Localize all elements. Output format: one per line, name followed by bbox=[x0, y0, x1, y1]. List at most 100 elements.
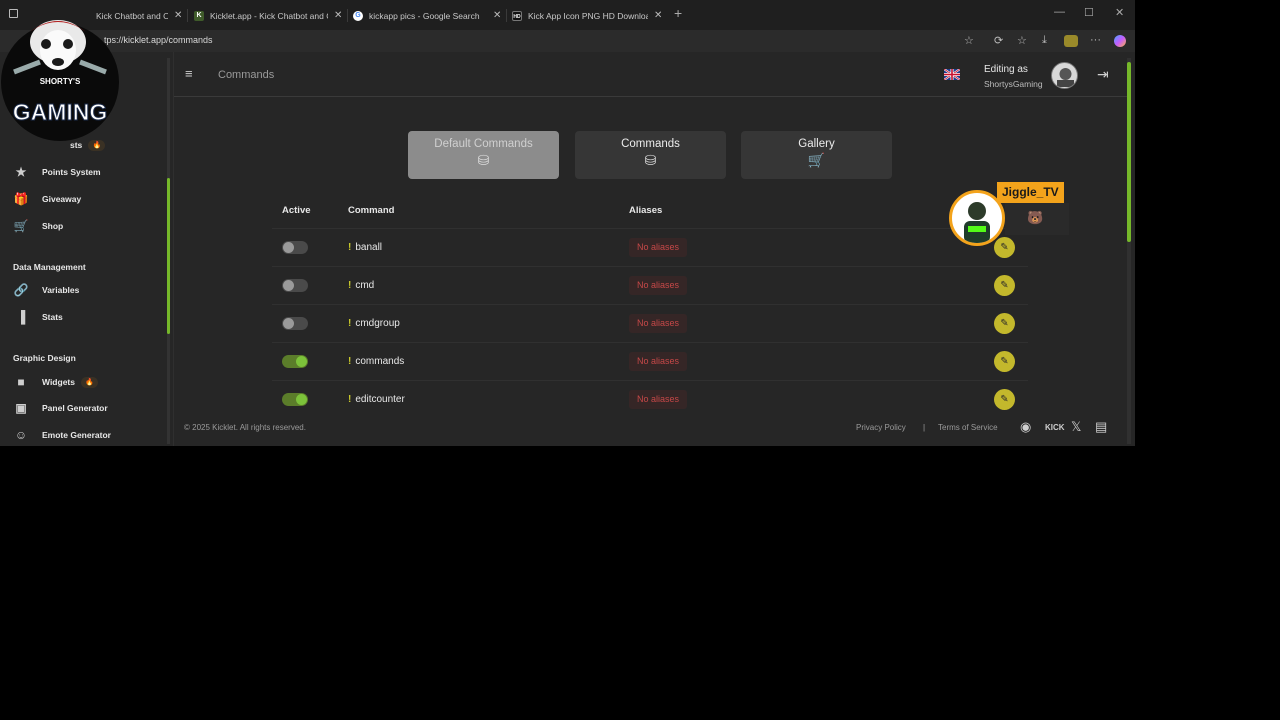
hd-favicon-icon: HD bbox=[512, 10, 522, 21]
favorites-icon[interactable]: ☆ bbox=[1017, 34, 1027, 47]
table-row: ! banall No aliases ✎ bbox=[272, 228, 1028, 265]
streamer-name-badge: Jiggle_TV bbox=[997, 182, 1064, 203]
tab-label: Default Commands bbox=[434, 138, 533, 150]
column-header-command: Command bbox=[348, 205, 395, 216]
image-panel-icon: ▣ bbox=[15, 401, 27, 415]
sidebar-item-panel-generator[interactable]: ▣ Panel Generator bbox=[13, 400, 107, 416]
link-icon: 🔗 bbox=[13, 283, 29, 297]
more-menu-icon[interactable]: ··· bbox=[1090, 34, 1101, 46]
privacy-policy-link[interactable]: Privacy Policy bbox=[856, 423, 906, 432]
sidebar-item-label: Shop bbox=[42, 221, 64, 231]
emote-icon: 🐻 bbox=[1027, 210, 1044, 225]
new-tab-icon[interactable]: + bbox=[674, 5, 682, 21]
streamer-overlay-panel: 🐻 bbox=[1005, 203, 1069, 235]
sidebar-item-label: Widgets bbox=[42, 377, 75, 387]
tab-default-commands[interactable]: Default Commands ⛁ bbox=[408, 131, 559, 179]
sidebar-item-variables[interactable]: 🔗 Variables bbox=[13, 282, 80, 298]
sidebar-item-widgets[interactable]: ■ Widgets 🔥 bbox=[13, 374, 98, 390]
minimize-icon[interactable]: — bbox=[1054, 6, 1065, 18]
sidebar-item-stats[interactable]: ▐ Stats bbox=[13, 309, 63, 325]
close-icon[interactable]: ✕ bbox=[334, 10, 342, 21]
uk-flag-icon[interactable] bbox=[944, 69, 960, 80]
tab-title: kickapp pics - Google Search bbox=[369, 10, 480, 21]
google-favicon-icon: G bbox=[353, 10, 363, 21]
sidebar-scrollbar-thumb[interactable] bbox=[167, 178, 170, 334]
sidebar-item-emote-generator[interactable]: ☺ Emote Generator bbox=[13, 427, 111, 443]
aliases-badge: No aliases bbox=[629, 352, 688, 371]
sidebar-item-giveaway[interactable]: 🎁 Giveaway bbox=[13, 191, 82, 207]
sidebar-item-label: Giveaway bbox=[42, 194, 82, 204]
column-header-aliases: Aliases bbox=[629, 205, 663, 216]
edit-pencil-icon[interactable]: ✎ bbox=[994, 313, 1015, 334]
logo-small-text: SHORTY'S bbox=[40, 77, 81, 86]
editing-as-label: Editing as bbox=[984, 64, 1028, 75]
tab-title: Kick App Icon PNG HD Download bbox=[528, 10, 648, 21]
command-name: ! editcounter bbox=[348, 394, 405, 405]
main-scrollbar-thumb[interactable] bbox=[1127, 62, 1131, 242]
tab-gallery[interactable]: Gallery 🛒 bbox=[741, 131, 892, 179]
terms-of-service-link[interactable]: Terms of Service bbox=[938, 423, 998, 432]
browser-tab-2[interactable]: K Kicklet.app - Kick Chatbot and Ov ✕ bbox=[194, 5, 342, 26]
tab-commands[interactable]: Commands ⛁ bbox=[575, 131, 726, 179]
shortys-gaming-logo: SHORTY'S GAMING bbox=[1, 20, 119, 141]
sidebar-item-points-system[interactable]: ★ Points System bbox=[13, 164, 101, 180]
tab-strip: Kick Chatbot and Ov ✕ K Kicklet.app - Ki… bbox=[0, 0, 1135, 30]
menu-toggle-icon[interactable]: ≡ bbox=[185, 66, 193, 81]
aliases-badge: No aliases bbox=[629, 238, 688, 257]
active-toggle[interactable] bbox=[282, 279, 308, 292]
gift-icon: 🎁 bbox=[13, 192, 29, 206]
extension-icon[interactable]: ⟳ bbox=[994, 34, 1003, 47]
column-header-active: Active bbox=[282, 205, 311, 216]
bar-chart-icon: ▐ bbox=[16, 310, 26, 324]
browser-tab-4[interactable]: HD Kick App Icon PNG HD Download ✕ bbox=[512, 5, 662, 26]
copyright: © 2025 Kicklet. All rights reserved. bbox=[184, 423, 306, 432]
avatar[interactable] bbox=[1051, 62, 1078, 89]
emoji-icon: ☺ bbox=[14, 428, 28, 442]
active-toggle[interactable] bbox=[282, 393, 308, 406]
active-toggle[interactable] bbox=[282, 317, 308, 330]
video-camera-icon: ■ bbox=[17, 375, 25, 389]
edit-pencil-icon[interactable]: ✎ bbox=[994, 389, 1015, 410]
fire-badge-icon: 🔥 bbox=[80, 376, 98, 388]
favorite-star-icon[interactable]: ☆ bbox=[964, 34, 974, 47]
edit-pencil-icon[interactable]: ✎ bbox=[994, 275, 1015, 296]
kicklet-app: sts 🔥 ★ Points System 🎁 Giveaway 🛒 Shop … bbox=[0, 52, 1135, 446]
discord-icon[interactable]: ◉ bbox=[1020, 419, 1031, 435]
maximize-icon[interactable]: ☐ bbox=[1084, 6, 1094, 19]
copilot-icon[interactable] bbox=[1114, 35, 1126, 47]
close-icon[interactable]: ✕ bbox=[654, 10, 662, 21]
logout-icon[interactable]: ⇥ bbox=[1097, 66, 1109, 83]
command-name: ! cmdgroup bbox=[348, 318, 400, 329]
document-icon[interactable]: ▤ bbox=[1095, 419, 1107, 435]
footer: © 2025 Kicklet. All rights reserved. Pri… bbox=[174, 410, 1127, 444]
command-name: ! cmd bbox=[348, 280, 375, 291]
window-close-icon[interactable]: ✕ bbox=[1115, 6, 1124, 19]
x-twitter-icon[interactable]: 𝕏 bbox=[1071, 419, 1081, 435]
edit-pencil-icon[interactable]: ✎ bbox=[994, 237, 1015, 258]
close-icon[interactable]: ✕ bbox=[174, 10, 182, 21]
close-icon[interactable]: ✕ bbox=[493, 10, 501, 21]
profile-extension-icon[interactable] bbox=[1064, 35, 1078, 47]
aliases-badge: No aliases bbox=[629, 390, 688, 409]
sidebar-item-label: Variables bbox=[42, 285, 80, 295]
sidebar-item-label: Emote Generator bbox=[42, 430, 111, 440]
sidebar-item-shop[interactable]: 🛒 Shop bbox=[13, 218, 64, 234]
section-title: Graphic Design bbox=[13, 353, 76, 363]
sidebar-item-label: Stats bbox=[42, 312, 63, 322]
edit-pencil-icon[interactable]: ✎ bbox=[994, 351, 1015, 372]
aliases-badge: No aliases bbox=[629, 314, 688, 333]
downloads-icon[interactable]: ⤓ bbox=[1042, 34, 1047, 47]
kick-icon[interactable]: KICK bbox=[1045, 423, 1065, 432]
command-name: ! banall bbox=[348, 242, 383, 253]
active-toggle[interactable] bbox=[282, 355, 308, 368]
database-check-icon: ⛁ bbox=[644, 152, 657, 168]
address-bar: tps://kicklet.app/commands ☆ ⟳ ☆ ⤓ ··· bbox=[0, 30, 1135, 52]
active-toggle[interactable] bbox=[282, 241, 308, 254]
footer-separator: | bbox=[923, 423, 926, 432]
cart-icon: 🛒 bbox=[807, 152, 826, 168]
browser-tab-3[interactable]: G kickapp pics - Google Search ✕ bbox=[353, 5, 501, 26]
table-row: ! cmd No aliases ✎ bbox=[272, 266, 1028, 303]
command-name: ! commands bbox=[348, 356, 405, 367]
section-title: Data Management bbox=[13, 262, 86, 272]
top-bar: ≡ Commands Editing as ShortysGaming ⇥ bbox=[174, 52, 1127, 97]
